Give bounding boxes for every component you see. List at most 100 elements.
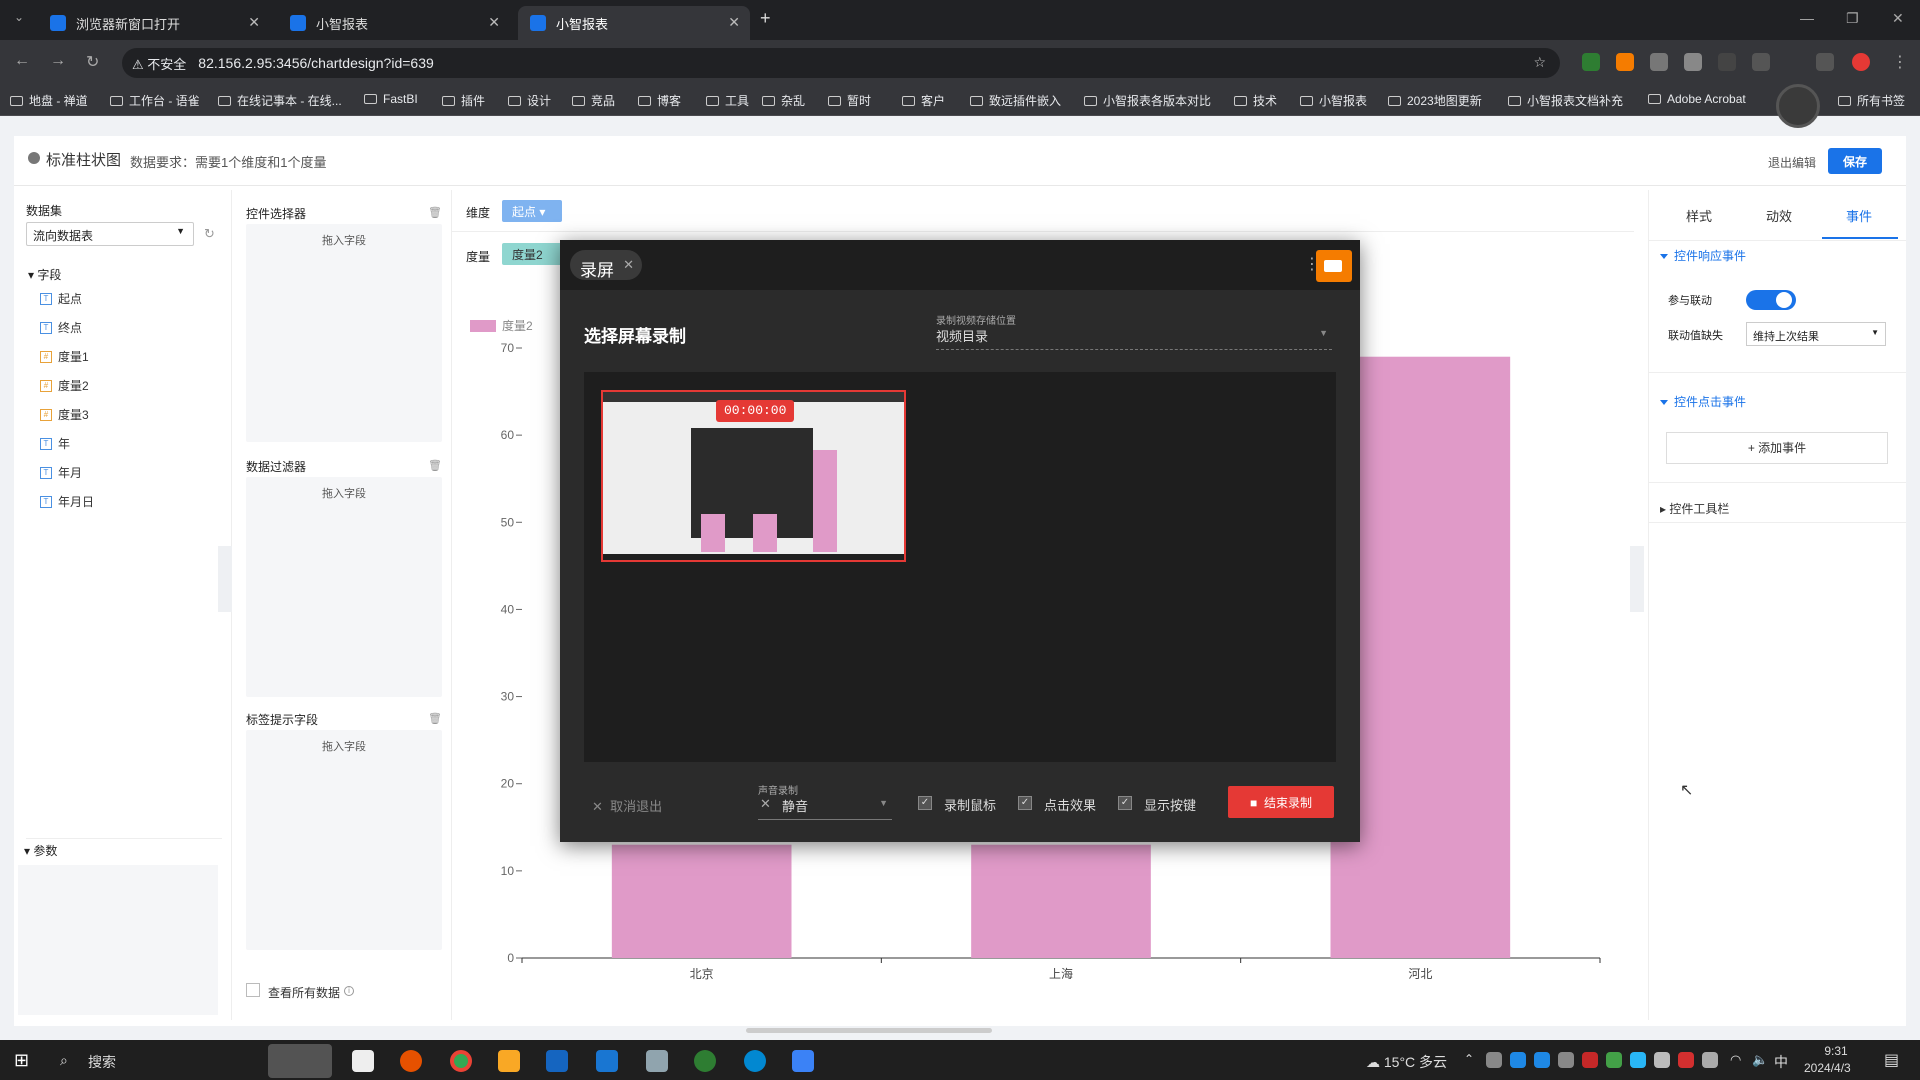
notification-icon[interactable]: ▤ bbox=[1884, 1050, 1899, 1070]
field-item[interactable]: T年 bbox=[40, 435, 70, 452]
ime-indicator[interactable]: 中 bbox=[1774, 1052, 1788, 1072]
volume-icon[interactable]: 🔈 bbox=[1752, 1052, 1768, 1068]
info-icon[interactable]: i bbox=[344, 986, 354, 996]
toolbar-header[interactable]: ▸ 控件工具栏 bbox=[1660, 500, 1729, 517]
mail-icon[interactable] bbox=[596, 1050, 618, 1072]
close-icon[interactable]: ✕ bbox=[488, 14, 500, 31]
bookmark-item[interactable]: 工作台 - 语雀 bbox=[110, 92, 200, 109]
star-icon[interactable]: ☆ bbox=[1533, 54, 1546, 71]
field-item[interactable]: # 度量3 bbox=[40, 406, 89, 423]
explorer-icon[interactable] bbox=[498, 1050, 520, 1072]
clock-date[interactable]: 2024/4/3 bbox=[1804, 1061, 1851, 1075]
bookmark-item[interactable]: FastBI bbox=[364, 92, 418, 106]
tab-events[interactable]: 事件 bbox=[1846, 206, 1872, 225]
filter-dropzone[interactable]: 拖入字段 bbox=[246, 477, 442, 697]
field-item[interactable]: # 度量2 bbox=[40, 377, 89, 394]
wifi-icon[interactable]: ◠ bbox=[1730, 1052, 1741, 1068]
bookmark-item[interactable]: 致远插件嵌入 bbox=[970, 92, 1061, 109]
tray-icon[interactable] bbox=[1486, 1052, 1502, 1068]
store-icon[interactable] bbox=[546, 1050, 568, 1072]
bookmark-item[interactable]: 竞品 bbox=[572, 92, 615, 109]
close-icon[interactable]: ✕ bbox=[248, 14, 260, 31]
pen-extension-icon[interactable] bbox=[1616, 53, 1634, 71]
tray-icon[interactable] bbox=[1702, 1052, 1718, 1068]
clock-time[interactable]: 9:31 bbox=[1808, 1044, 1864, 1058]
tray-icon[interactable] bbox=[1606, 1052, 1622, 1068]
close-icon[interactable]: ✕ bbox=[623, 257, 634, 273]
trash-icon[interactable]: 🗑 bbox=[428, 459, 442, 472]
bookmark-item[interactable]: 插件 bbox=[442, 92, 485, 109]
reload-icon[interactable]: ↻ bbox=[86, 52, 99, 72]
cancel-exit-button[interactable]: ✕ 取消退出 bbox=[592, 796, 662, 815]
field-item[interactable]: T 年月 bbox=[40, 464, 82, 481]
bookmark-item[interactable]: 地盘 - 禅道 bbox=[10, 92, 88, 109]
font-extension-icon[interactable] bbox=[1718, 53, 1736, 71]
tab-search-icon[interactable]: ⌄ bbox=[14, 10, 24, 24]
tab-2[interactable]: 小智报表 ✕ bbox=[518, 6, 750, 40]
right-collapse-handle[interactable] bbox=[1630, 546, 1644, 612]
tray-icon[interactable] bbox=[1582, 1052, 1598, 1068]
puzzle-extension-icon[interactable] bbox=[1752, 53, 1770, 71]
view-all-checkbox[interactable] bbox=[246, 983, 260, 997]
floating-logo-icon[interactable] bbox=[1776, 84, 1820, 128]
tab-0[interactable]: 浏览器新窗口打开 ✕ bbox=[38, 6, 270, 40]
exit-edit-link[interactable]: 退出编辑 bbox=[1768, 154, 1816, 171]
camera-extension-icon[interactable] bbox=[1650, 53, 1668, 71]
tab-animation[interactable]: 动效 bbox=[1766, 206, 1792, 225]
record-mouse-checkbox[interactable]: ✓ bbox=[918, 796, 932, 810]
trash-icon[interactable]: 🗑 bbox=[428, 206, 442, 219]
control-dropzone[interactable]: 拖入字段 bbox=[246, 224, 442, 442]
dataset-select[interactable]: 流向数据表 ▼ bbox=[26, 222, 194, 246]
back-icon[interactable]: ← bbox=[14, 52, 30, 70]
tray-icon[interactable] bbox=[1654, 1052, 1670, 1068]
bookmark-item[interactable]: 技术 bbox=[1234, 92, 1277, 109]
stop-recording-button[interactable]: ■ 结束录制 bbox=[1228, 786, 1334, 818]
bookmark-item[interactable]: 杂乱 bbox=[762, 92, 805, 109]
taskbar-search[interactable]: 搜索 bbox=[88, 1052, 116, 1072]
trash-icon[interactable]: 🗑 bbox=[428, 712, 442, 725]
field-item[interactable]: T 起点 bbox=[40, 290, 82, 307]
windows-start-icon[interactable]: ⊞ bbox=[14, 1050, 29, 1071]
restore-icon[interactable]: ❐ bbox=[1846, 10, 1859, 27]
close-icon[interactable]: ✕ bbox=[728, 14, 740, 31]
show-keys-checkbox[interactable]: ✓ bbox=[1118, 796, 1132, 810]
bookmark-item[interactable]: Adobe Acrobat bbox=[1648, 92, 1746, 106]
bookmark-item[interactable]: 小智报表 bbox=[1300, 92, 1367, 109]
tray-icon[interactable] bbox=[1534, 1052, 1550, 1068]
chrome-icon[interactable] bbox=[450, 1050, 472, 1072]
tab-style[interactable]: 样式 bbox=[1686, 206, 1712, 225]
tray-icon[interactable] bbox=[1510, 1052, 1526, 1068]
recorder-tab[interactable]: 录屏 ✕ bbox=[570, 250, 642, 280]
response-event-header[interactable]: 控件响应事件 bbox=[1660, 247, 1746, 264]
card-extension-icon[interactable] bbox=[1684, 53, 1702, 71]
tray-icon[interactable] bbox=[1558, 1052, 1574, 1068]
click-effect-checkbox[interactable]: ✓ bbox=[1018, 796, 1032, 810]
bookmark-item[interactable]: 小智报表各版本对比 bbox=[1084, 92, 1211, 109]
save-location-select[interactable]: 视频目录 ▼ bbox=[936, 326, 1332, 350]
bookmark-item[interactable]: 暂时 bbox=[828, 92, 871, 109]
app-icon[interactable] bbox=[646, 1050, 668, 1072]
audio-select[interactable]: ✕ 静音 ▼ bbox=[758, 796, 892, 820]
tray-icon[interactable] bbox=[1630, 1052, 1646, 1068]
bookmark-item[interactable]: 所有书签 bbox=[1838, 92, 1905, 109]
fields-header[interactable]: ▾ 字段 bbox=[28, 266, 61, 283]
menu-icon[interactable]: ⋮ bbox=[1892, 52, 1908, 72]
minimize-icon[interactable]: — bbox=[1800, 10, 1814, 26]
missing-select[interactable]: 维持上次结果 ▼ bbox=[1746, 322, 1886, 346]
insecure-badge[interactable]: ⚠ 不安全 bbox=[132, 54, 186, 73]
browser-app-icon[interactable] bbox=[744, 1050, 766, 1072]
close-window-icon[interactable]: ✕ bbox=[1892, 10, 1904, 27]
bookmark-item[interactable]: 在线记事本 - 在线... bbox=[218, 92, 342, 109]
link-toggle[interactable] bbox=[1746, 290, 1796, 310]
field-item[interactable]: T 年月日 bbox=[40, 493, 94, 510]
save-button[interactable]: 保存 bbox=[1828, 148, 1882, 174]
tip-dropzone[interactable]: 拖入字段 bbox=[246, 730, 442, 950]
sidebar-icon[interactable] bbox=[1816, 53, 1834, 71]
bookmark-item[interactable]: 工具 bbox=[706, 92, 749, 109]
field-item[interactable]: T 终点 bbox=[40, 319, 82, 336]
chevron-up-icon[interactable]: ⌃ bbox=[1464, 1052, 1474, 1066]
dimension-chip[interactable]: 起点 ▾ bbox=[502, 200, 562, 222]
bookmark-item[interactable]: 客户 bbox=[902, 92, 945, 109]
forward-icon[interactable]: → bbox=[50, 52, 66, 70]
bookmark-item[interactable]: 小智报表文档补充 bbox=[1508, 92, 1623, 109]
